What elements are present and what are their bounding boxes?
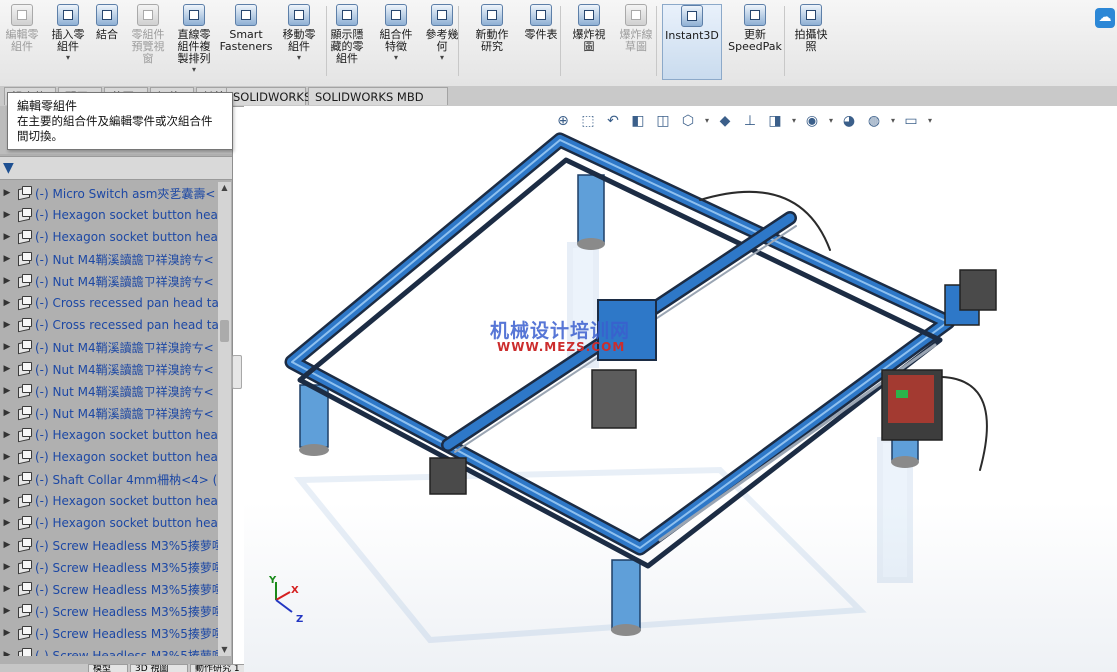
- hide-show-items-icon[interactable]: ⊥: [742, 113, 760, 129]
- appearance-dropdown-icon[interactable]: ▾: [792, 113, 798, 129]
- previous-view-icon[interactable]: ↶: [605, 113, 623, 129]
- hide-show-eye-icon[interactable]: ◉: [804, 113, 822, 129]
- view-orientation-icon[interactable]: ⬡: [680, 113, 698, 129]
- triad-x-label: X: [291, 585, 299, 596]
- eye-dropdown-icon[interactable]: ▾: [829, 113, 835, 129]
- realview-dropdown-icon[interactable]: ▾: [891, 113, 897, 129]
- view-triad: [275, 582, 293, 613]
- view-settings-dropdown-icon[interactable]: ▾: [928, 113, 934, 129]
- realview-icon[interactable]: ◍: [866, 113, 884, 129]
- controller-board: [888, 375, 934, 423]
- view-settings-icon[interactable]: ▭: [903, 113, 921, 129]
- triad-z-label: Z: [296, 614, 304, 625]
- edit-appearance-icon[interactable]: ◨: [767, 113, 785, 129]
- heads-up-view-toolbar: ⊕ ⬚ ↶ ◧ ◫ ⬡ ▾ ◆ ⊥ ◨ ▾ ◉ ▾ ◕ ◍ ▾ ▭ ▾: [555, 110, 940, 132]
- triad-y-label: Y: [269, 575, 277, 586]
- watermark-text: 机械设计培训网: [490, 320, 631, 342]
- scenes-icon[interactable]: ◕: [841, 113, 859, 129]
- zoom-to-area-icon[interactable]: ⬚: [580, 113, 598, 129]
- display-style-icon[interactable]: ◆: [717, 113, 735, 129]
- zoom-to-fit-icon[interactable]: ⊕: [555, 113, 573, 129]
- dynamic-annotation-icon[interactable]: ◫: [655, 113, 673, 129]
- watermark-url: WWW.MEZS.COM: [497, 340, 626, 354]
- view-orientation-dropdown-icon[interactable]: ▾: [705, 113, 711, 129]
- section-view-icon[interactable]: ◧: [630, 113, 648, 129]
